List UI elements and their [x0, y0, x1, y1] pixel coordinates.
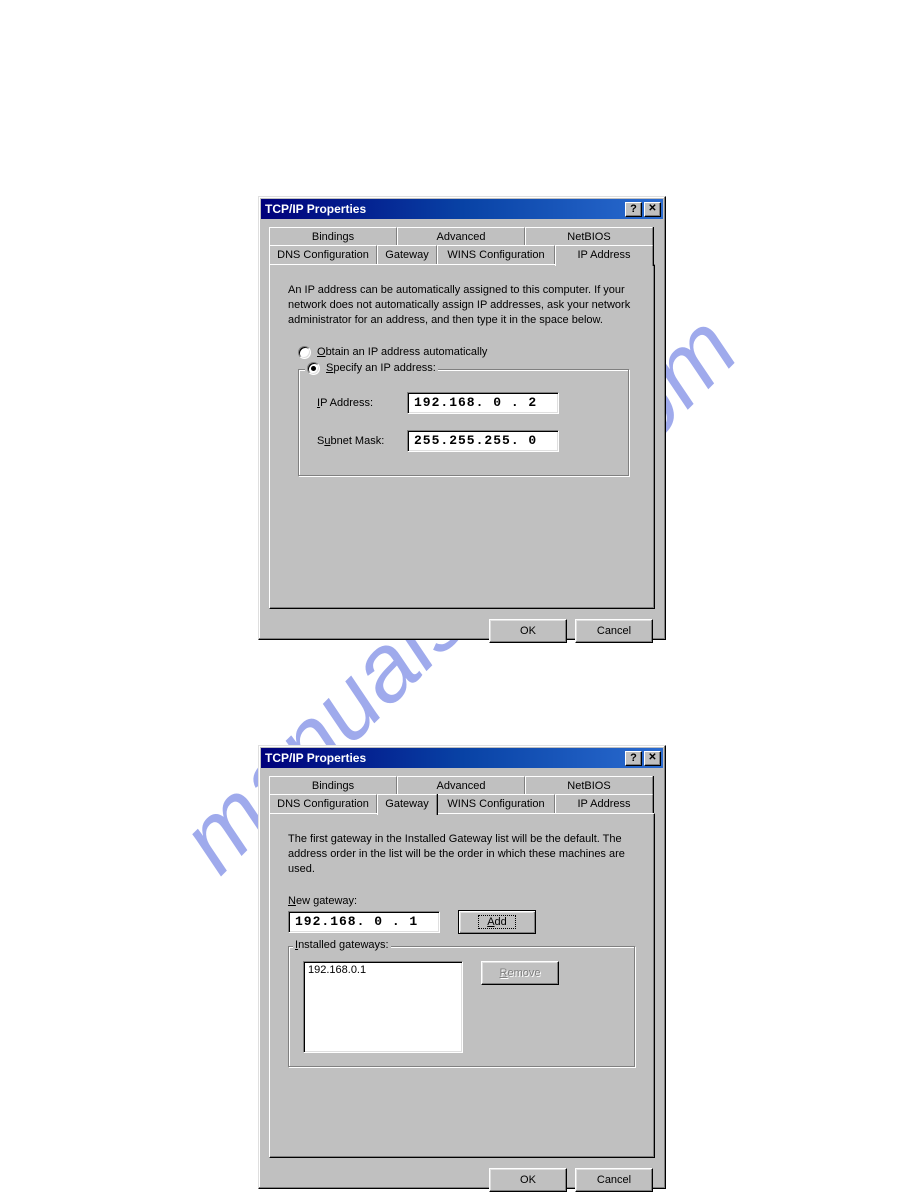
radio-specify-label: Specify an IP address: — [326, 362, 436, 374]
radio-dot-icon — [311, 366, 316, 371]
tab-wins[interactable]: WINS Configuration — [437, 794, 555, 813]
tab-row-front: DNS Configuration Gateway WINS Configura… — [269, 794, 655, 813]
tab-bindings[interactable]: Bindings — [269, 776, 397, 795]
list-item[interactable]: 192.168.0.1 — [308, 964, 458, 976]
question-icon: ? — [630, 204, 637, 215]
new-gateway-input[interactable]: 192.168. 0 . 1 — [288, 911, 440, 933]
titlebar[interactable]: TCP/IP Properties ? ✕ — [261, 199, 663, 219]
radio-obtain-label: Obtain an IP address automatically — [317, 346, 487, 358]
tab-advanced[interactable]: Advanced — [397, 227, 525, 246]
tab-bindings[interactable]: Bindings — [269, 227, 397, 246]
dialog-buttons: OK Cancel — [259, 609, 665, 653]
close-icon: ✕ — [648, 204, 656, 214]
tab-netbios[interactable]: NetBIOS — [525, 776, 653, 795]
radio-icon — [298, 346, 311, 359]
tab-row-front: DNS Configuration Gateway WINS Configura… — [269, 245, 655, 264]
tabs: Bindings Advanced NetBIOS DNS Configurat… — [269, 776, 655, 1158]
new-gateway-label: New gateway: — [288, 895, 636, 907]
tab-row-back: Bindings Advanced NetBIOS — [269, 227, 655, 246]
tab-ipaddress[interactable]: IP Address — [555, 245, 653, 266]
tab-dns[interactable]: DNS Configuration — [269, 245, 377, 264]
help-button[interactable]: ? — [625, 751, 642, 766]
close-button[interactable]: ✕ — [644, 751, 661, 766]
help-button[interactable]: ? — [625, 202, 642, 217]
new-gateway-row: 192.168. 0 . 1 Add — [288, 910, 636, 934]
remove-button[interactable]: Remove — [481, 961, 559, 985]
radio-obtain-auto[interactable]: Obtain an IP address automatically — [288, 346, 636, 359]
radio-icon — [307, 362, 320, 375]
ok-button[interactable]: OK — [489, 1168, 567, 1192]
subnet-mask-input[interactable]: 255.255.255. 0 — [407, 430, 559, 452]
installed-gateways-group: Installed gateways: 192.168.0.1 Remove — [288, 946, 636, 1068]
tab-wins[interactable]: WINS Configuration — [437, 245, 555, 264]
tab-panel-gateway: The first gateway in the Installed Gatew… — [269, 813, 655, 1158]
ip-address-label: IP Address: — [317, 397, 407, 409]
subnet-mask-row: Subnet Mask: 255.255.255. 0 — [317, 430, 611, 452]
question-icon: ? — [630, 753, 637, 764]
cancel-button[interactable]: Cancel — [575, 619, 653, 643]
titlebar-text: TCP/IP Properties — [265, 751, 623, 765]
gateway-description: The first gateway in the Installed Gatew… — [288, 832, 636, 877]
ok-button[interactable]: OK — [489, 619, 567, 643]
tab-netbios[interactable]: NetBIOS — [525, 227, 653, 246]
tcpip-properties-dialog-ip: TCP/IP Properties ? ✕ Bindings Advanced … — [258, 196, 666, 640]
installed-gateways-label: Installed gateways: — [293, 939, 391, 951]
tab-ipaddress[interactable]: IP Address — [555, 794, 653, 813]
ip-address-input[interactable]: 192.168. 0 . 2 — [407, 392, 559, 414]
close-button[interactable]: ✕ — [644, 202, 661, 217]
radio-specify-ip[interactable]: Specify an IP address: — [305, 362, 438, 375]
ip-description: An IP address can be automatically assig… — [288, 283, 636, 328]
add-button[interactable]: Add — [458, 910, 536, 934]
tab-advanced[interactable]: Advanced — [397, 776, 525, 795]
titlebar[interactable]: TCP/IP Properties ? ✕ — [261, 748, 663, 768]
tab-panel-ip: An IP address can be automatically assig… — [269, 264, 655, 609]
tab-row-back: Bindings Advanced NetBIOS — [269, 776, 655, 795]
tcpip-properties-dialog-gateway: TCP/IP Properties ? ✕ Bindings Advanced … — [258, 745, 666, 1189]
tabs: Bindings Advanced NetBIOS DNS Configurat… — [269, 227, 655, 609]
dialog-buttons: OK Cancel — [259, 1158, 665, 1202]
close-icon: ✕ — [648, 753, 656, 763]
tab-gateway[interactable]: Gateway — [377, 794, 437, 815]
installed-row: 192.168.0.1 Remove — [303, 961, 621, 1053]
tab-dns[interactable]: DNS Configuration — [269, 794, 377, 813]
specify-ip-group: Specify an IP address: IP Address: 192.1… — [298, 369, 630, 477]
tab-gateway[interactable]: Gateway — [377, 245, 437, 264]
installed-gateways-list[interactable]: 192.168.0.1 — [303, 961, 463, 1053]
cancel-button[interactable]: Cancel — [575, 1168, 653, 1192]
titlebar-text: TCP/IP Properties — [265, 202, 623, 216]
ip-address-row: IP Address: 192.168. 0 . 2 — [317, 392, 611, 414]
subnet-mask-label: Subnet Mask: — [317, 435, 407, 447]
